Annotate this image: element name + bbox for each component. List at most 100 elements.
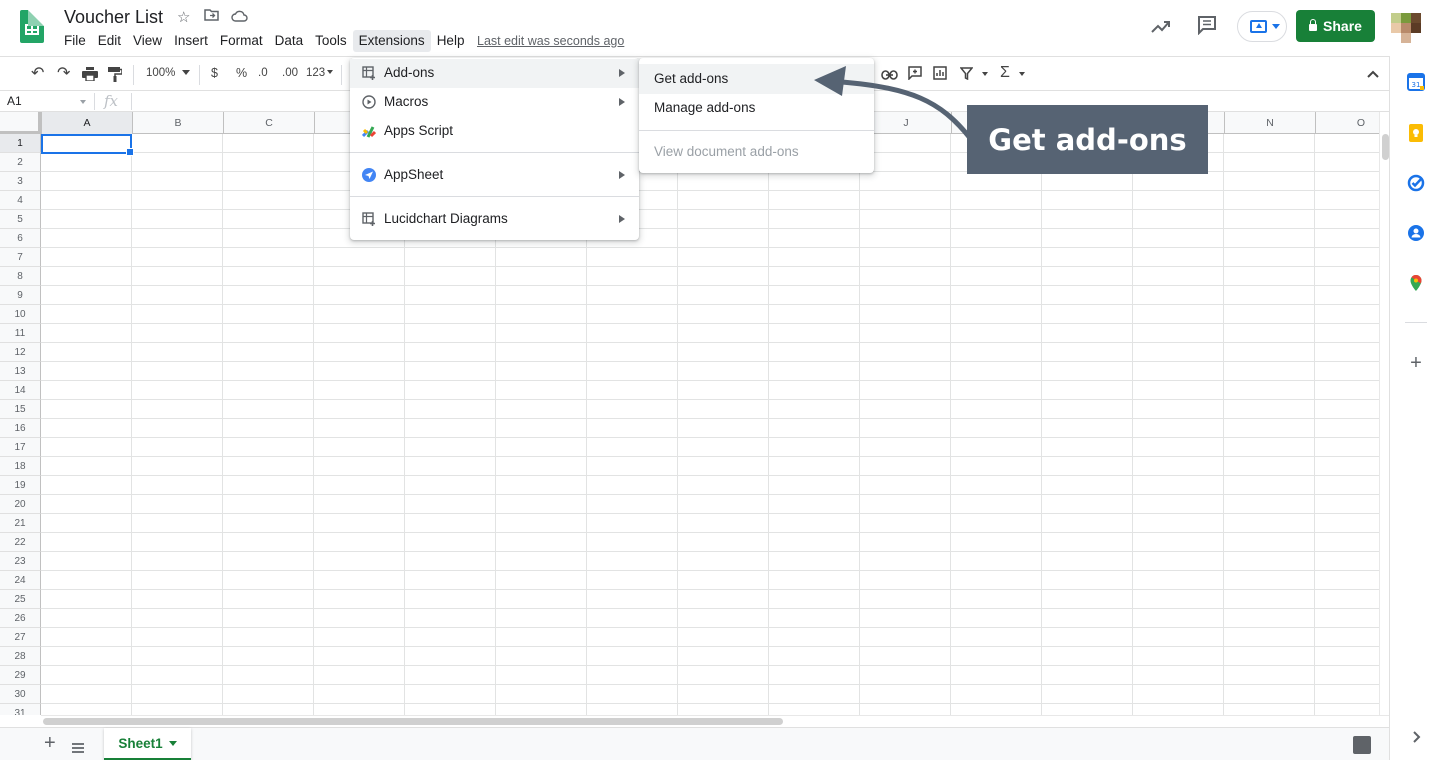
- sheets-logo-icon[interactable]: [20, 10, 44, 43]
- last-edit-link[interactable]: Last edit was seconds ago: [477, 34, 624, 48]
- avatar[interactable]: [1391, 13, 1421, 43]
- column-header[interactable]: C: [223, 112, 314, 134]
- contacts-icon[interactable]: [1407, 224, 1425, 242]
- menu-insert[interactable]: Insert: [168, 30, 214, 52]
- activity-trend-icon[interactable]: [1151, 17, 1171, 40]
- row-header[interactable]: 20: [0, 495, 41, 514]
- keep-icon[interactable]: [1407, 124, 1425, 142]
- maps-icon[interactable]: [1407, 274, 1425, 292]
- calendar-icon[interactable]: 31: [1407, 73, 1425, 91]
- selected-cell[interactable]: [41, 134, 134, 156]
- comments-icon[interactable]: [1197, 15, 1217, 41]
- column-header[interactable]: O: [1315, 112, 1379, 134]
- menu-item-lucidchart[interactable]: Lucidchart Diagrams: [350, 205, 639, 234]
- document-title[interactable]: Voucher List: [64, 7, 163, 28]
- row-header[interactable]: 15: [0, 400, 41, 419]
- row-header[interactable]: 25: [0, 590, 41, 609]
- row-header[interactable]: 6: [0, 229, 41, 248]
- add-addon-icon[interactable]: +: [1407, 353, 1425, 373]
- row-header[interactable]: 31: [0, 704, 41, 715]
- undo-icon[interactable]: ↶: [31, 63, 44, 83]
- functions-icon[interactable]: Σ: [1000, 64, 1010, 82]
- chevron-down-icon[interactable]: [1019, 72, 1025, 76]
- horizontal-scrollbar[interactable]: [41, 715, 1389, 727]
- column-header[interactable]: N: [1224, 112, 1315, 134]
- row-header[interactable]: 21: [0, 514, 41, 533]
- row-header[interactable]: 1: [0, 134, 41, 153]
- row-header[interactable]: 14: [0, 381, 41, 400]
- present-meeting-button[interactable]: [1237, 11, 1287, 42]
- menu-item-appsheet[interactable]: AppSheet: [350, 161, 639, 190]
- decrease-decimal-button[interactable]: .0: [258, 67, 268, 79]
- row-header[interactable]: 22: [0, 533, 41, 552]
- menu-data[interactable]: Data: [269, 30, 310, 52]
- row-header[interactable]: 10: [0, 305, 41, 324]
- menu-item-macros[interactable]: Macros: [350, 88, 639, 117]
- currency-format-button[interactable]: $: [211, 66, 218, 80]
- menu-format[interactable]: Format: [214, 30, 269, 52]
- row-header[interactable]: 5: [0, 210, 41, 229]
- chevron-down-icon[interactable]: [327, 70, 333, 74]
- increase-decimal-button[interactable]: .00: [282, 67, 298, 79]
- menu-view[interactable]: View: [127, 30, 168, 52]
- column-header[interactable]: B: [132, 112, 223, 134]
- menu-help[interactable]: Help: [431, 30, 471, 52]
- row-header[interactable]: 19: [0, 476, 41, 495]
- menu-tools[interactable]: Tools: [309, 30, 353, 52]
- row-header[interactable]: 11: [0, 324, 41, 343]
- row-header[interactable]: 24: [0, 571, 41, 590]
- explore-icon[interactable]: [1353, 736, 1371, 754]
- row-header[interactable]: 26: [0, 609, 41, 628]
- horizontal-scroll-thumb[interactable]: [43, 718, 783, 725]
- row-header[interactable]: 23: [0, 552, 41, 571]
- row-header[interactable]: 3: [0, 172, 41, 191]
- row-header[interactable]: 9: [0, 286, 41, 305]
- row-header[interactable]: 8: [0, 267, 41, 286]
- tasks-icon[interactable]: [1407, 174, 1425, 192]
- row-header[interactable]: 12: [0, 343, 41, 362]
- chevron-down-icon[interactable]: [982, 72, 988, 76]
- cloud-status-icon[interactable]: [231, 9, 248, 26]
- vertical-scroll-thumb[interactable]: [1382, 134, 1389, 160]
- more-formats-button[interactable]: 123: [306, 67, 325, 79]
- sheet-tab[interactable]: Sheet1: [104, 728, 191, 760]
- lock-icon: [1309, 19, 1318, 31]
- menu-item-add-ons[interactable]: Add-ons: [350, 59, 639, 88]
- row-header[interactable]: 2: [0, 153, 41, 172]
- menu-item-apps-script[interactable]: Apps Script: [350, 117, 639, 146]
- row-header[interactable]: 4: [0, 191, 41, 210]
- chevron-right-icon[interactable]: [1407, 728, 1425, 746]
- row-header[interactable]: 30: [0, 685, 41, 704]
- row-header[interactable]: 29: [0, 666, 41, 685]
- print-icon[interactable]: [82, 67, 98, 84]
- chevron-down-icon[interactable]: [182, 70, 190, 75]
- zoom-select[interactable]: 100%: [146, 67, 175, 79]
- redo-icon[interactable]: ↷: [57, 63, 70, 83]
- share-button[interactable]: Share: [1296, 10, 1375, 42]
- add-sheet-icon[interactable]: +: [44, 732, 56, 755]
- column-header[interactable]: A: [41, 112, 132, 134]
- vertical-scrollbar[interactable]: [1379, 112, 1389, 715]
- collapse-toolbar-icon[interactable]: [1367, 66, 1379, 81]
- share-label: Share: [1323, 18, 1362, 34]
- row-header[interactable]: 13: [0, 362, 41, 381]
- row-header[interactable]: 16: [0, 419, 41, 438]
- percent-format-button[interactable]: %: [236, 66, 247, 80]
- spreadsheet-grid[interactable]: A B C D E F G H I J K L M N O 1234567891…: [0, 112, 1379, 715]
- row-header[interactable]: 7: [0, 248, 41, 267]
- menu-edit[interactable]: Edit: [92, 30, 127, 52]
- move-folder-icon[interactable]: [204, 8, 219, 25]
- chevron-down-icon[interactable]: [80, 100, 86, 104]
- all-sheets-icon[interactable]: [72, 738, 84, 758]
- row-header[interactable]: 18: [0, 457, 41, 476]
- row-header[interactable]: 28: [0, 647, 41, 666]
- chevron-down-icon[interactable]: [168, 740, 177, 746]
- select-all-corner[interactable]: [0, 112, 41, 134]
- paint-format-icon[interactable]: [108, 67, 123, 85]
- row-header[interactable]: 17: [0, 438, 41, 457]
- menu-file[interactable]: File: [58, 30, 92, 52]
- name-box[interactable]: A1: [7, 94, 22, 108]
- star-icon[interactable]: ☆: [177, 8, 190, 26]
- row-header[interactable]: 27: [0, 628, 41, 647]
- menu-extensions[interactable]: Extensions: [352, 30, 431, 52]
